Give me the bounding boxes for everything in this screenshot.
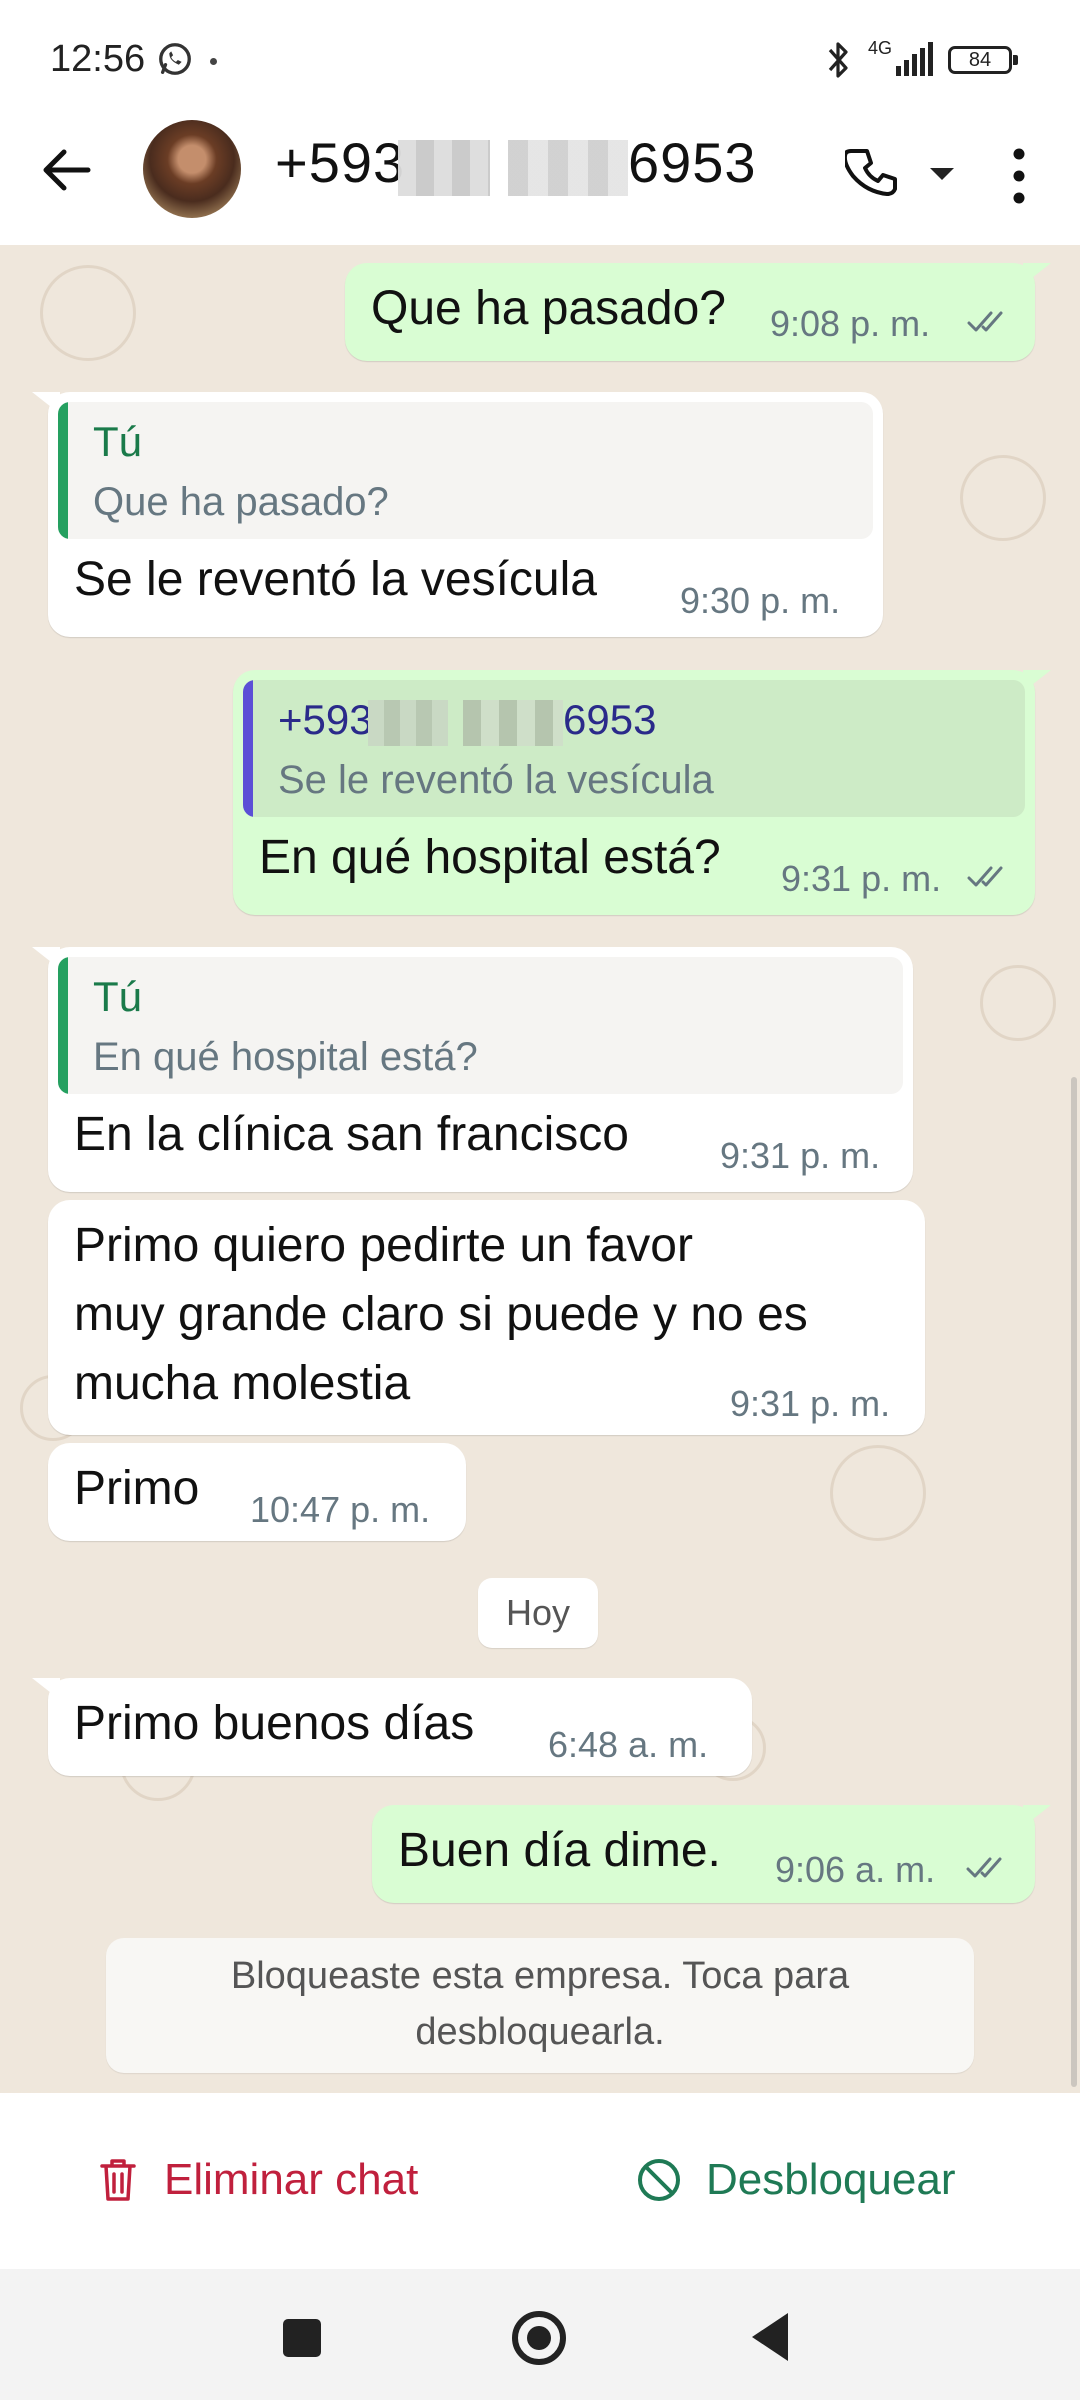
message-time: 9:31 p. m. [720, 1135, 881, 1176]
trash-icon [100, 2159, 136, 2201]
chat-header: +593 6953 [0, 110, 1080, 245]
status-bar: 12:56 4G 84 [0, 0, 1080, 110]
quote-text: En qué hospital está? [93, 1035, 478, 1079]
message-time: 9:31 p. m. [730, 1383, 891, 1424]
home-icon[interactable] [510, 2309, 568, 2367]
message-text-line: Primo quiero pedirte un favor [74, 1219, 693, 1272]
blocked-notice[interactable]: Bloqueaste esta empresa. Toca para desbl… [106, 1938, 974, 2073]
whatsapp-icon [159, 43, 191, 75]
outgoing-message[interactable]: Buen día dime. 9:06 a. m. [372, 1805, 1051, 1903]
quoted-message[interactable]: +593 6953 Se le reventó la vesícula [243, 680, 1025, 817]
back-nav-icon[interactable] [752, 2313, 788, 2361]
block-icon [638, 2159, 680, 2201]
bubble-tail [1023, 263, 1051, 285]
contact-prefix: +593 [275, 131, 406, 194]
message-time: 9:06 a. m. [775, 1849, 936, 1890]
quote-author-prefix: +593 [278, 696, 373, 743]
incoming-message[interactable]: Tú Que ha pasado? Se le reventó la vesíc… [32, 392, 883, 637]
contact-avatar[interactable] [143, 120, 241, 218]
bubble-tail [32, 947, 60, 969]
status-time: 12:56 [50, 38, 146, 80]
message-text-line: muy grande claro si puede y no es [74, 1288, 808, 1341]
outgoing-message[interactable]: Que ha pasado? 9:08 p. m. [345, 263, 1051, 361]
unblock-label: Desbloquear [706, 2155, 956, 2204]
message-text: En qué hospital está? [259, 831, 721, 884]
redacted-block [398, 140, 490, 196]
chevron-down-icon[interactable] [930, 168, 954, 180]
redacted-block [368, 700, 448, 746]
message-text-line: mucha molestia [74, 1357, 411, 1410]
bubble-tail [32, 392, 60, 414]
message-text: Primo buenos días [74, 1697, 475, 1750]
wallpaper-doodle [40, 265, 136, 361]
wallpaper-doodle [960, 455, 1046, 541]
quoted-message[interactable]: Tú En qué hospital está? [58, 957, 903, 1094]
message-text: En la clínica san francisco [74, 1108, 629, 1161]
quoted-message[interactable]: Tú Que ha pasado? [58, 402, 873, 539]
read-ticks-icon [966, 1857, 1002, 1878]
phone-icon[interactable] [845, 145, 901, 201]
bubble-tail [32, 1678, 60, 1700]
incoming-message[interactable]: Primo buenos días 6:48 a. m. [32, 1678, 752, 1776]
signal-icon [896, 42, 933, 76]
message-text: Buen día dime. [398, 1824, 721, 1877]
read-ticks-icon [967, 311, 1003, 332]
read-ticks-icon [967, 866, 1003, 887]
day-separator: Hoy [478, 1578, 598, 1648]
message-text: Se le reventó la vesícula [74, 553, 597, 606]
wallpaper-doodle [830, 1445, 926, 1541]
bubble-tail [1023, 670, 1051, 692]
quote-author-suffix: 6953 [563, 696, 657, 743]
chat-area[interactable]: Que ha pasado? 9:08 p. m. Tú Que ha pasa… [0, 245, 1080, 2093]
wallpaper-doodle [980, 965, 1056, 1041]
message-text: Que ha pasado? [371, 282, 726, 335]
incoming-message[interactable]: Primo quiero pedirte un favor muy grande… [48, 1200, 925, 1435]
more-vert-icon[interactable] [1010, 146, 1028, 206]
notice-line: desbloquearla. [415, 2011, 665, 2053]
message-text: Primo [74, 1462, 200, 1515]
notice-line: Bloqueaste esta empresa. Toca para [230, 1955, 850, 1997]
message-time: 9:08 p. m. [770, 303, 931, 344]
message-time: 10:47 p. m. [250, 1489, 431, 1530]
network-type: 4G [868, 38, 893, 58]
notification-dot-icon [210, 58, 217, 65]
quote-bar [58, 957, 68, 1094]
system-nav-bar [0, 2269, 1080, 2400]
message-time: 9:30 p. m. [680, 580, 841, 621]
recent-apps-icon[interactable] [283, 2319, 321, 2357]
bubble-tail [1023, 1805, 1051, 1827]
battery-icon: 84 [948, 46, 1018, 74]
quote-author: Tú [93, 418, 143, 465]
incoming-message[interactable]: Tú En qué hospital está? En la clínica s… [32, 947, 913, 1192]
contact-suffix: 6953 [628, 131, 757, 194]
scrollbar[interactable] [1071, 1077, 1077, 2087]
blocked-actions-bar: Eliminar chat Desbloquear [0, 2093, 1080, 2269]
message-time: 6:48 a. m. [548, 1724, 709, 1765]
redacted-block [463, 700, 563, 746]
quote-bar [243, 680, 253, 817]
delete-chat-label: Eliminar chat [164, 2155, 419, 2204]
back-arrow-icon[interactable] [38, 140, 98, 200]
message-time: 9:31 p. m. [781, 858, 942, 899]
outgoing-message[interactable]: +593 6953 Se le reventó la vesícula En q… [233, 670, 1051, 915]
quote-author: Tú [93, 973, 143, 1020]
bluetooth-icon [828, 42, 848, 78]
quote-bar [58, 402, 68, 539]
incoming-message[interactable]: Primo 10:47 p. m. [48, 1443, 466, 1541]
quote-text: Se le reventó la vesícula [278, 758, 714, 802]
redacted-block [508, 140, 628, 196]
quote-text: Que ha pasado? [93, 480, 389, 524]
